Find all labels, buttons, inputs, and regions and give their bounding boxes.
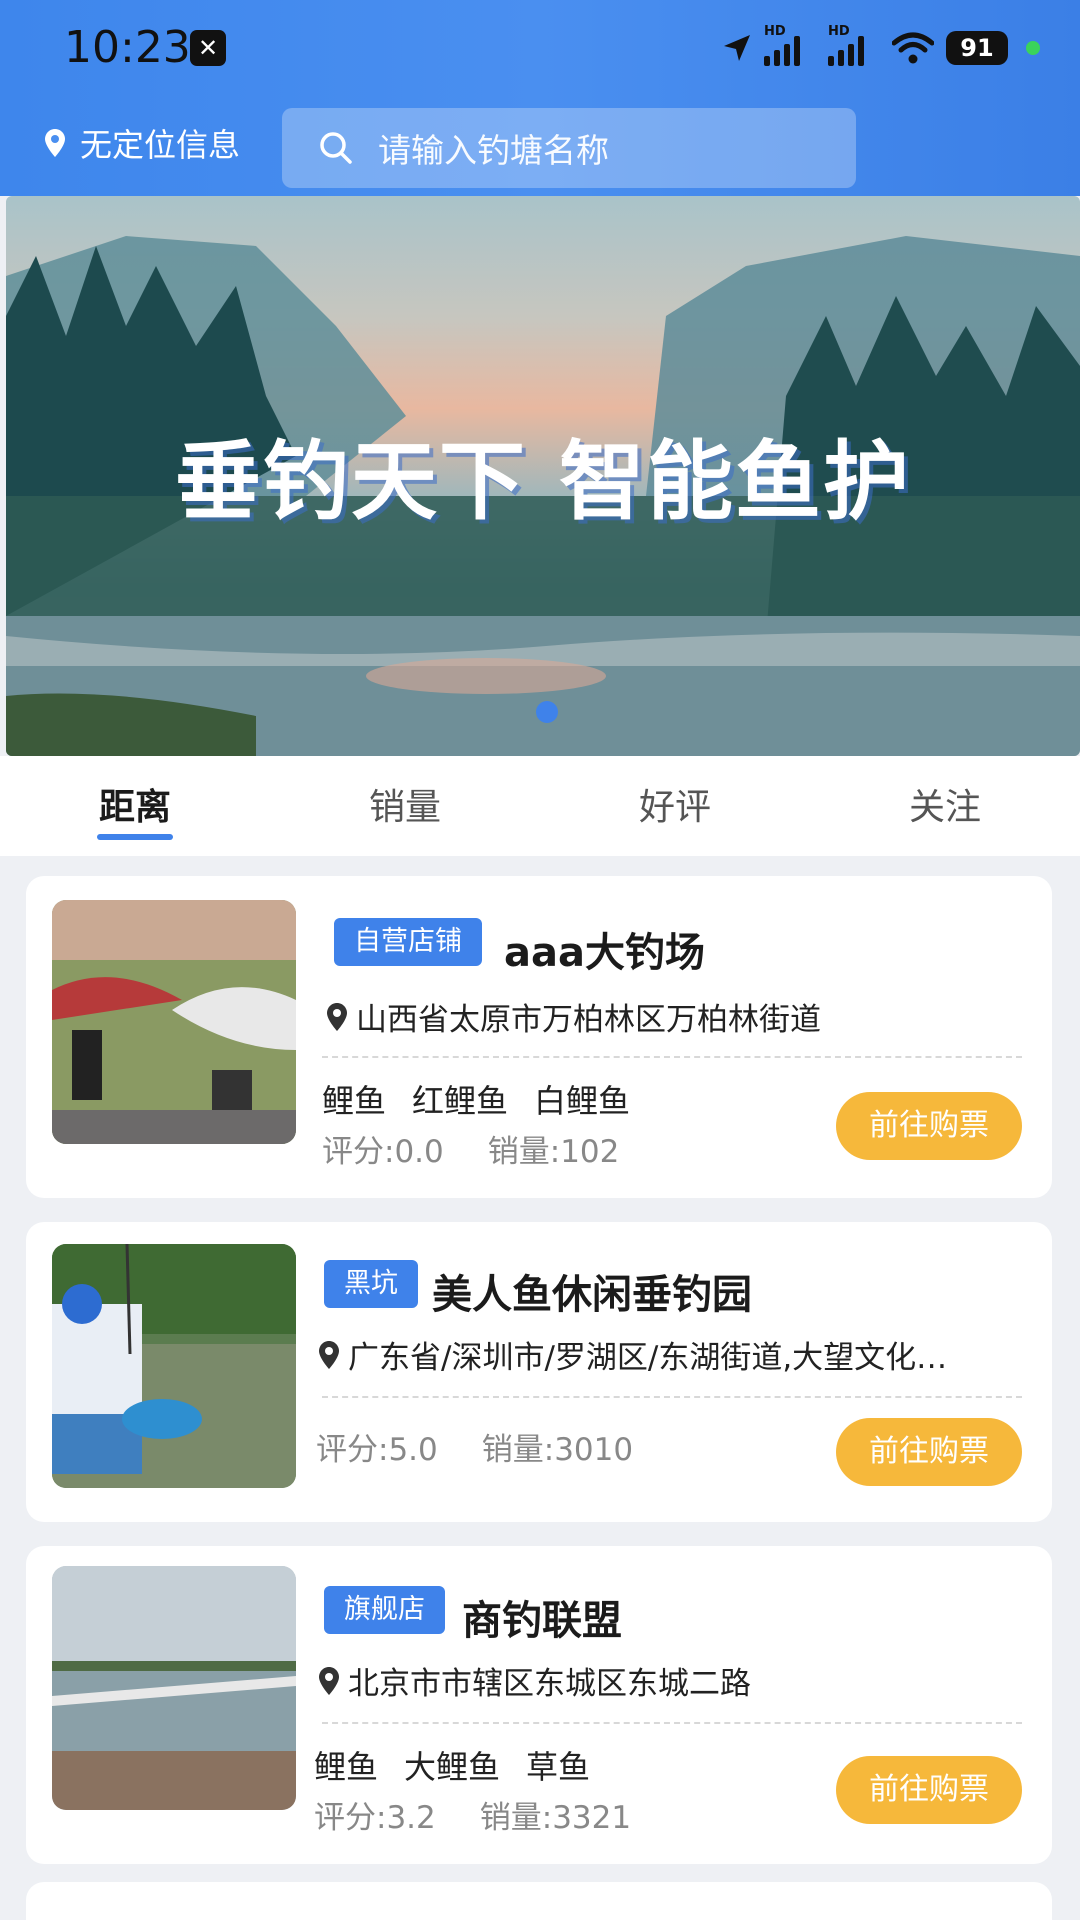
sort-tabs: 距离 销量 好评 关注 <box>0 756 1080 856</box>
signal-icon: HD <box>764 24 816 66</box>
location-label: 无定位信息 <box>80 126 241 164</box>
venue-score: 评分:3.2 <box>314 1800 436 1836</box>
banner-title: 垂钓天下 智能鱼护 <box>175 432 911 532</box>
venue-name: 美人鱼休闲垂钓园 <box>432 1272 752 1318</box>
venue-sales: 销量:3321 <box>479 1800 632 1836</box>
fish-list: 鲤鱼 大鲤鱼 草鱼 <box>314 1742 590 1788</box>
venue-card[interactable]: 旗舰店 商钓联盟 北京市市辖区东城区东城二路 鲤鱼 大鲤鱼 草鱼 评分:3.2 … <box>26 1546 1052 1864</box>
search-input[interactable]: 请输入钓塘名称 <box>282 108 856 188</box>
venue-name: 商钓联盟 <box>462 1598 622 1644</box>
fish-tag: 鲤鱼 <box>314 1748 379 1786</box>
venue-card[interactable] <box>26 1882 1052 1920</box>
location-arrow-icon <box>724 35 750 61</box>
venue-address-text: 广东省/深圳市/罗湖区/东湖街道,大望文化… <box>348 1340 948 1376</box>
wifi-icon <box>892 32 934 64</box>
status-icons: HD HD 91 <box>722 24 1040 66</box>
venue-tag: 自营店铺 <box>334 918 482 966</box>
venue-address: 山西省太原市万柏林区万柏林街道 <box>326 994 1016 1039</box>
venue-tag: 黑坑 <box>324 1260 418 1308</box>
venue-address: 广东省/深圳市/罗湖区/东湖街道,大望文化… <box>318 1332 1008 1377</box>
venue-stats: 评分:0.0 销量:102 <box>322 1126 619 1171</box>
fish-tag: 鲤鱼 <box>322 1082 387 1120</box>
header: 10:23 ✕ HD HD 91 无定位信息 请输入钓塘名称 <box>0 0 1080 196</box>
fish-list: 鲤鱼 红鲤鱼 白鲤鱼 <box>322 1076 630 1122</box>
venue-thumbnail <box>52 1244 296 1488</box>
carousel-indicator[interactable] <box>536 701 558 723</box>
location-pin-icon <box>327 1002 347 1031</box>
search-placeholder: 请输入钓塘名称 <box>378 131 609 170</box>
location-selector[interactable]: 无定位信息 <box>44 120 240 166</box>
banner-carousel[interactable]: 垂钓天下 智能鱼护 <box>6 196 1080 756</box>
venue-name: aaa大钓场 <box>504 930 705 976</box>
buy-ticket-button[interactable]: 前往购票 <box>836 1092 1022 1160</box>
app-notification-icon: ✕ <box>190 30 226 66</box>
venue-thumbnail <box>52 1566 296 1810</box>
fish-tag: 白鲤鱼 <box>534 1082 631 1120</box>
venue-address: 北京市市辖区东城区东城二路 <box>318 1658 1008 1703</box>
tab-distance[interactable]: 距离 <box>0 756 270 856</box>
venue-tag: 旗舰店 <box>324 1586 445 1634</box>
fish-tag: 草鱼 <box>526 1748 591 1786</box>
venue-card[interactable]: 自营店铺 aaa大钓场 山西省太原市万柏林区万柏林街道 鲤鱼 红鲤鱼 白鲤鱼 评… <box>26 876 1052 1198</box>
battery-indicator: 91 <box>946 31 1008 65</box>
divider <box>322 1396 1022 1398</box>
venue-card[interactable]: 黑坑 美人鱼休闲垂钓园 广东省/深圳市/罗湖区/东湖街道,大望文化… 评分:5.… <box>26 1222 1052 1522</box>
venue-sales: 销量:3010 <box>481 1432 634 1468</box>
divider <box>322 1722 1022 1724</box>
venue-address-text: 山西省太原市万柏林区万柏林街道 <box>356 1002 821 1038</box>
app-screen: 10:23 ✕ HD HD 91 无定位信息 请输入钓塘名称 垂钓天下 智能鱼护… <box>0 0 1080 1920</box>
venue-score: 评分:5.0 <box>316 1432 438 1468</box>
status-time: 10:23 <box>64 22 191 73</box>
location-pin-icon <box>319 1340 339 1369</box>
venue-thumbnail <box>52 900 296 1144</box>
venue-address-text: 北京市市辖区东城区东城二路 <box>348 1666 751 1702</box>
buy-ticket-button[interactable]: 前往购票 <box>836 1756 1022 1824</box>
divider <box>322 1056 1022 1058</box>
fish-tag: 大鲤鱼 <box>404 1748 501 1786</box>
privacy-indicator <box>1026 41 1040 55</box>
venue-score: 评分:0.0 <box>322 1134 444 1170</box>
fish-tag: 红鲤鱼 <box>412 1082 509 1120</box>
search-icon <box>320 132 352 164</box>
tab-sales[interactable]: 销量 <box>270 756 540 856</box>
tab-rating[interactable]: 好评 <box>540 756 810 856</box>
location-pin-icon <box>45 129 65 157</box>
buy-ticket-button[interactable]: 前往购票 <box>836 1418 1022 1486</box>
tab-follow[interactable]: 关注 <box>810 756 1080 856</box>
venue-stats: 评分:5.0 销量:3010 <box>316 1424 633 1469</box>
location-pin-icon <box>319 1666 339 1695</box>
venue-stats: 评分:3.2 销量:3321 <box>314 1792 631 1837</box>
venue-sales: 销量:102 <box>487 1134 620 1170</box>
signal-icon-2: HD <box>828 24 880 66</box>
